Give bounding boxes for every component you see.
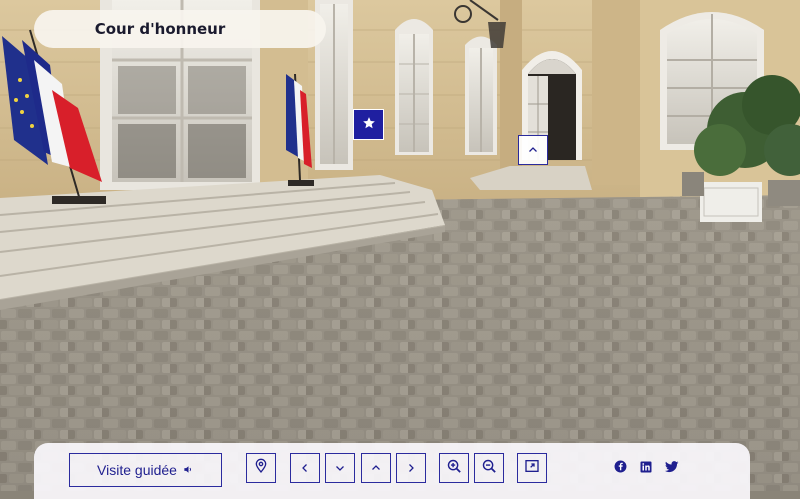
pan-down-button[interactable] — [325, 453, 355, 483]
chevron-right-icon — [405, 459, 417, 478]
zoom-out-button[interactable] — [474, 453, 504, 483]
facebook-icon — [614, 458, 627, 477]
panorama-view[interactable] — [0, 0, 800, 491]
map-pin-icon — [253, 458, 269, 478]
linkedin-link[interactable] — [638, 459, 654, 475]
pan-left-button[interactable] — [290, 453, 320, 483]
twitter-icon — [665, 458, 679, 477]
location-title-text: Cour d'honneur — [94, 20, 226, 38]
star-icon — [362, 115, 376, 134]
info-hotspot[interactable] — [353, 109, 384, 140]
zoom-out-icon — [481, 458, 498, 479]
navigate-hotspot[interactable] — [518, 135, 548, 165]
pan-right-button[interactable] — [396, 453, 426, 483]
chevron-up-icon — [527, 141, 539, 160]
guided-tour-label: Visite guidée — [97, 462, 177, 478]
facebook-link[interactable] — [612, 459, 628, 475]
fullscreen-button[interactable] — [517, 453, 547, 483]
linkedin-icon — [640, 458, 652, 477]
guided-tour-button[interactable]: Visite guidée — [69, 453, 222, 487]
fullscreen-icon — [524, 458, 540, 478]
pan-up-button[interactable] — [361, 453, 391, 483]
chevron-left-icon — [299, 459, 311, 478]
chevron-up-icon — [370, 459, 382, 478]
zoom-in-icon — [446, 458, 463, 479]
speaker-icon — [183, 462, 194, 478]
chevron-down-icon — [334, 459, 346, 478]
zoom-in-button[interactable] — [439, 453, 469, 483]
map-button[interactable] — [246, 453, 276, 483]
location-title: Cour d'honneur — [34, 10, 326, 48]
twitter-link[interactable] — [664, 459, 680, 475]
